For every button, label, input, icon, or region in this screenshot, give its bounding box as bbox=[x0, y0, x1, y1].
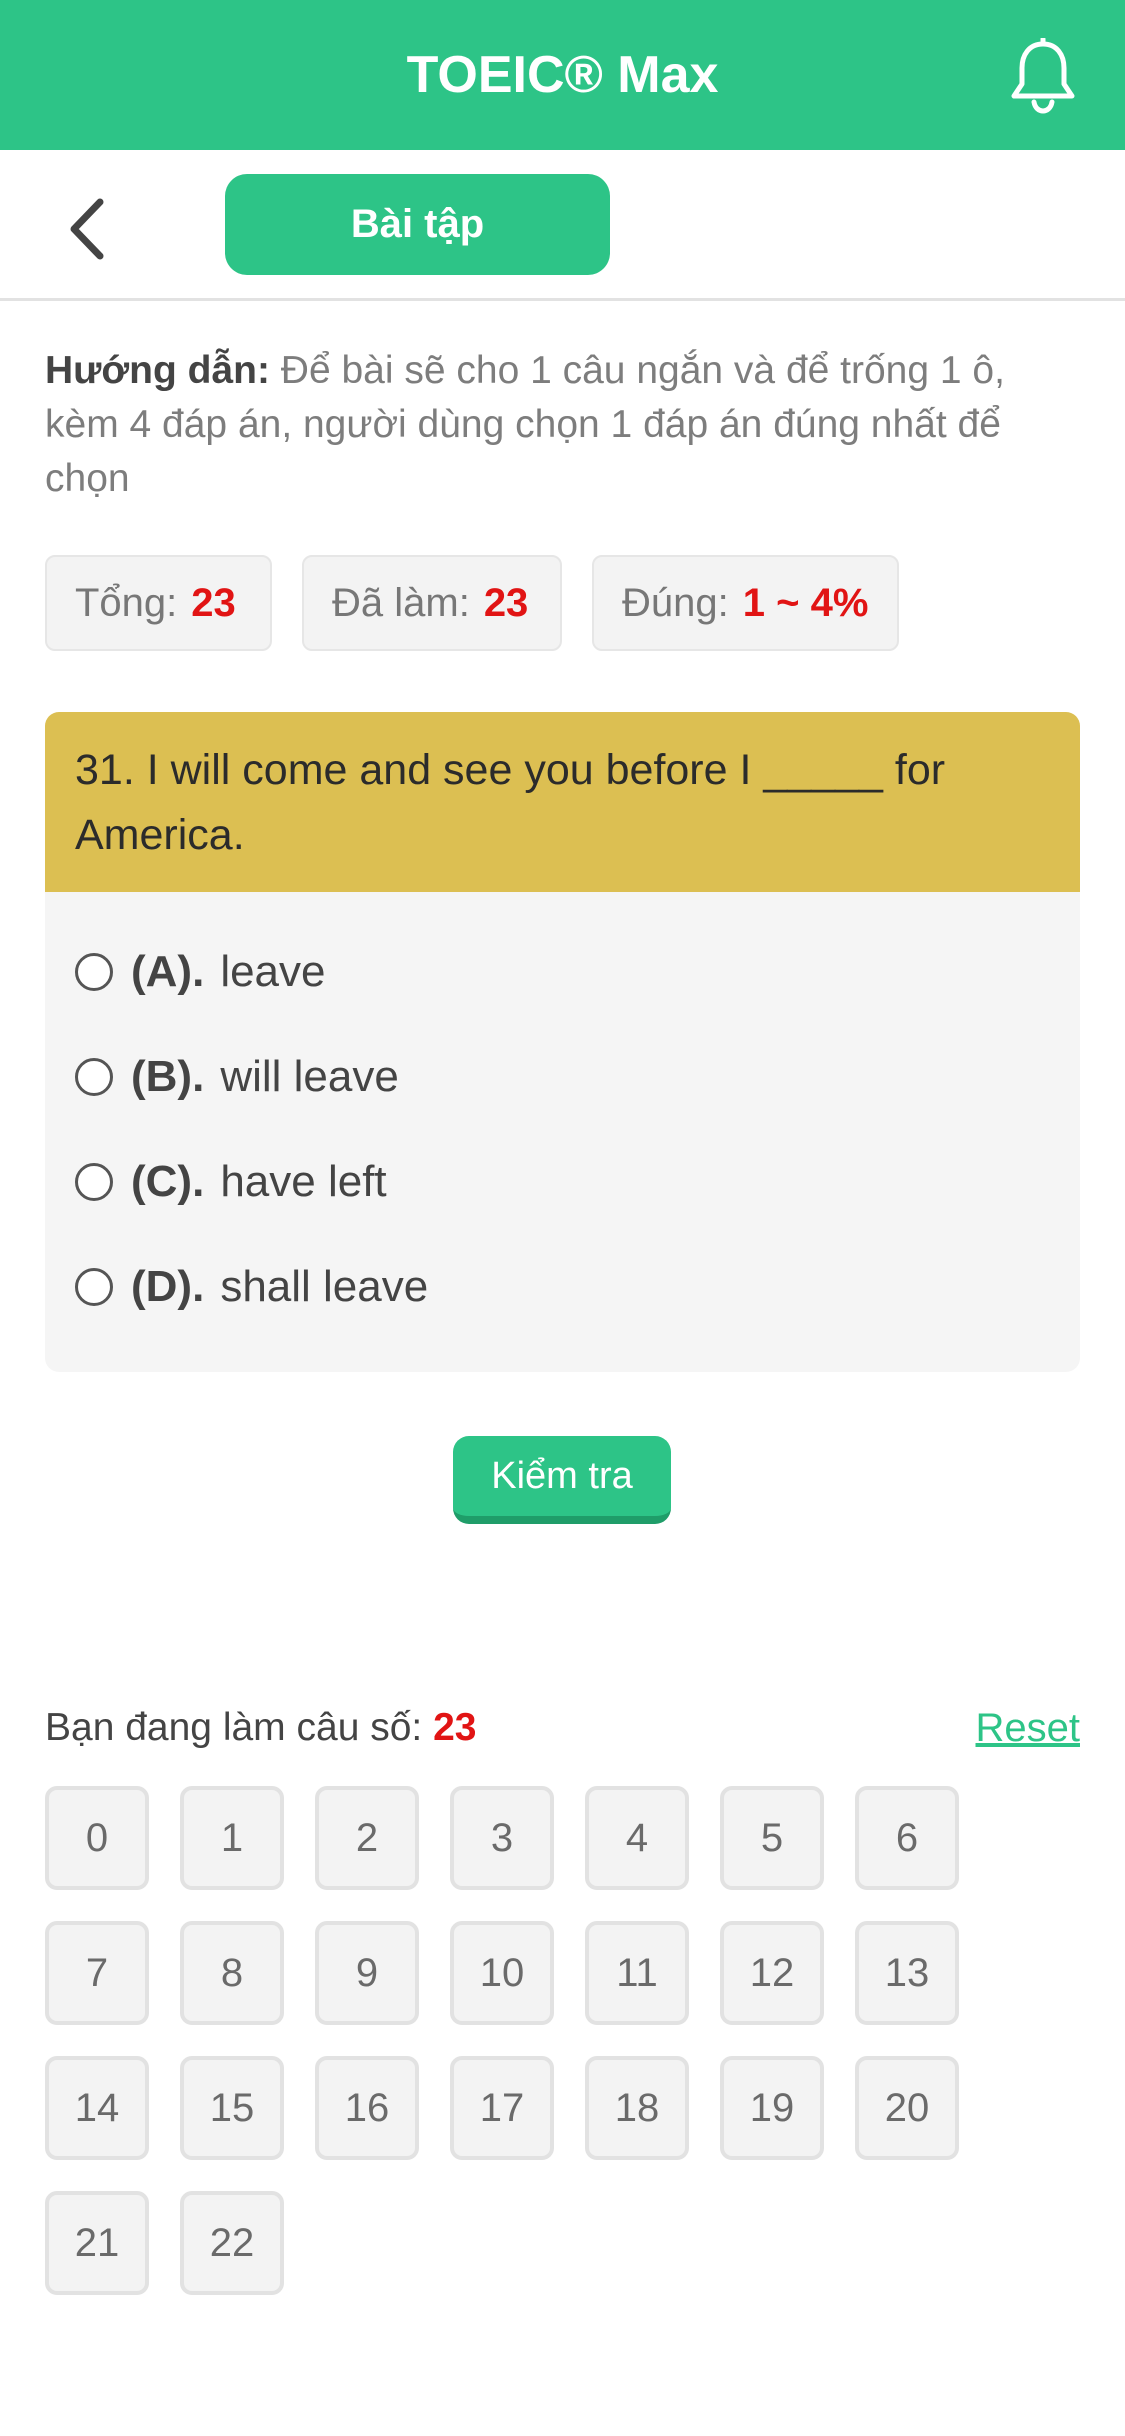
question-number-button[interactable]: 9 bbox=[315, 1921, 419, 2025]
option-letter: (B). bbox=[131, 1052, 205, 1101]
option-text: shall leave bbox=[220, 1262, 429, 1311]
current-question-label: Bạn đang làm câu số: bbox=[45, 1706, 423, 1749]
question-number-button[interactable]: 12 bbox=[720, 1921, 824, 2025]
question-number-button[interactable]: 5 bbox=[720, 1786, 824, 1890]
stat-done-label: Đã làm: bbox=[332, 581, 470, 625]
stat-correct: Đúng: 1 ~ 4% bbox=[592, 555, 899, 651]
question-number-button[interactable]: 18 bbox=[585, 2056, 689, 2160]
app-title: TOEIC® Max bbox=[406, 46, 719, 104]
stat-correct-label: Đúng: bbox=[622, 581, 729, 625]
option-b[interactable]: (B). will leave bbox=[75, 1042, 399, 1112]
bell-icon[interactable] bbox=[1008, 38, 1078, 114]
app-bar: TOEIC® Max bbox=[0, 0, 1125, 150]
question-number-button[interactable]: 6 bbox=[855, 1786, 959, 1890]
instructions: Hướng dẫn: Để bài sẽ cho 1 câu ngắn và đ… bbox=[45, 344, 1080, 506]
current-question-value: 23 bbox=[433, 1706, 477, 1749]
option-letter: (D). bbox=[131, 1262, 205, 1311]
check-button[interactable]: Kiểm tra bbox=[453, 1436, 671, 1524]
answer-options: (A). leave (B). will leave (C). have lef… bbox=[45, 892, 1080, 1372]
stat-total: Tổng: 23 bbox=[45, 555, 272, 651]
stat-total-label: Tổng: bbox=[75, 581, 178, 625]
back-icon[interactable] bbox=[60, 194, 120, 264]
option-d[interactable]: (D). shall leave bbox=[75, 1252, 428, 1322]
question-number-button[interactable]: 11 bbox=[585, 1921, 689, 2025]
option-a[interactable]: (A). leave bbox=[75, 937, 326, 1007]
question-number-button[interactable]: 17 bbox=[450, 2056, 554, 2160]
question-number-button[interactable]: 10 bbox=[450, 1921, 554, 2025]
question-number-button[interactable]: 2 bbox=[315, 1786, 419, 1890]
stat-correct-value: 1 ~ 4% bbox=[742, 581, 869, 625]
radio-icon[interactable] bbox=[75, 1163, 113, 1201]
reset-link[interactable]: Reset bbox=[976, 1698, 1081, 1758]
radio-icon[interactable] bbox=[75, 1058, 113, 1096]
question-number-button[interactable]: 1 bbox=[180, 1786, 284, 1890]
question-number-button[interactable]: 4 bbox=[585, 1786, 689, 1890]
question-number-button[interactable]: 14 bbox=[45, 2056, 149, 2160]
instructions-label: Hướng dẫn: bbox=[45, 349, 270, 392]
question-number-button[interactable]: 15 bbox=[180, 2056, 284, 2160]
question-number-button[interactable]: 13 bbox=[855, 1921, 959, 2025]
stat-total-value: 23 bbox=[191, 581, 236, 625]
radio-icon[interactable] bbox=[75, 1268, 113, 1306]
question-number-button[interactable]: 7 bbox=[45, 1921, 149, 2025]
sub-header: Bài tập bbox=[0, 150, 1125, 301]
question-number-button[interactable]: 20 bbox=[855, 2056, 959, 2160]
option-c[interactable]: (C). have left bbox=[75, 1147, 387, 1217]
option-text: have left bbox=[220, 1157, 387, 1206]
question-number-button[interactable]: 16 bbox=[315, 2056, 419, 2160]
option-letter: (C). bbox=[131, 1157, 205, 1206]
question-number-button[interactable]: 0 bbox=[45, 1786, 149, 1890]
question-number-button[interactable]: 22 bbox=[180, 2191, 284, 2295]
stat-done: Đã làm: 23 bbox=[302, 555, 562, 651]
option-text: leave bbox=[220, 947, 326, 996]
option-letter: (A). bbox=[131, 947, 205, 996]
question-number-button[interactable]: 21 bbox=[45, 2191, 149, 2295]
radio-icon[interactable] bbox=[75, 953, 113, 991]
current-question: Bạn đang làm câu số: 23 bbox=[45, 1698, 476, 1758]
question-text: 31. I will come and see you before I ___… bbox=[45, 712, 1080, 892]
question-number-button[interactable]: 3 bbox=[450, 1786, 554, 1890]
option-text: will leave bbox=[220, 1052, 399, 1101]
question-number-button[interactable]: 8 bbox=[180, 1921, 284, 2025]
stat-done-value: 23 bbox=[483, 581, 529, 625]
question-number-button[interactable]: 19 bbox=[720, 2056, 824, 2160]
tab-exercises[interactable]: Bài tập bbox=[225, 174, 610, 275]
